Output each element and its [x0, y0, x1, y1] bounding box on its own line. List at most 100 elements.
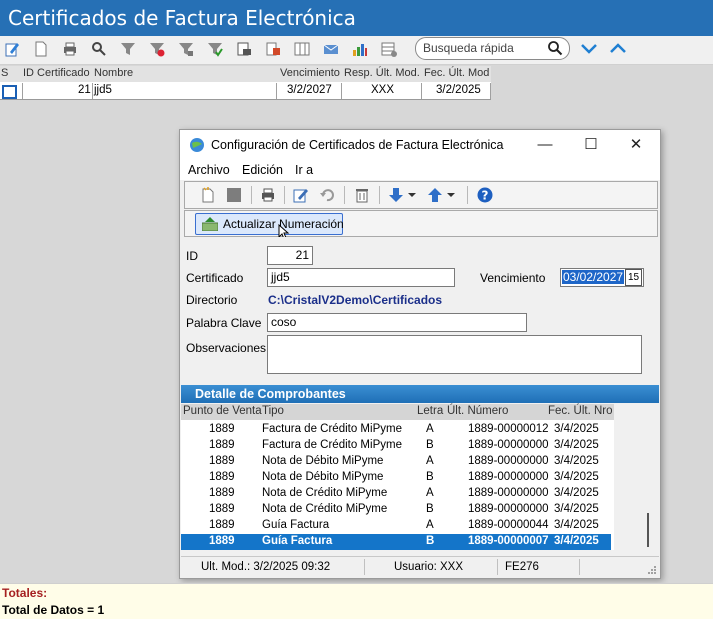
filter-remove-icon[interactable] [149, 41, 165, 57]
chevron-up-icon[interactable] [609, 41, 627, 55]
table-row[interactable]: 1889 Nota de Débito MiPyme A 1889-00000000 3… [181, 454, 611, 470]
cell-letra: A [426, 487, 434, 499]
maximize-button[interactable]: ☐ [581, 136, 601, 154]
directorio-label: Directorio [186, 293, 238, 307]
col-letra[interactable]: Letra [417, 405, 443, 417]
table-row[interactable]: 1889 Nota de Débito MiPyme B 1889-00000000 3… [181, 470, 611, 486]
filter-add-icon[interactable] [178, 41, 194, 57]
col-resp-ult-mod[interactable]: Resp. Últ. Mod. [344, 67, 420, 79]
print-icon[interactable] [62, 41, 78, 57]
cell-fec-ult-nro: 3/4/2025 [554, 487, 599, 499]
certificado-field[interactable]: jjd5 [267, 268, 455, 287]
detail-section-header: Detalle de Comprobantes [181, 385, 659, 403]
cell-punto-de-venta: 1889 [209, 439, 235, 451]
dropdown-arrow-icon[interactable] [407, 187, 417, 203]
new-document-icon[interactable] [33, 41, 49, 57]
filter-icon[interactable] [120, 41, 136, 57]
col-nombre[interactable]: Nombre [94, 67, 133, 79]
menu-archivo[interactable]: Archivo [188, 163, 230, 177]
cell-id: 21 [78, 84, 91, 96]
cell-ult-numero: 1889-00000000 [468, 487, 549, 499]
dialog-toolbar: ? [184, 181, 658, 209]
print-preview-icon[interactable] [236, 41, 252, 57]
delete-icon[interactable] [354, 187, 370, 203]
cell-tipo: Nota de Débito MiPyme [262, 455, 384, 467]
grid-settings-icon[interactable] [381, 41, 397, 57]
dialog-status-bar: Ult. Mod.: 3/2/2025 09:32 Usuario: XXX F… [181, 556, 659, 577]
calendar-icon[interactable]: 15 [625, 269, 642, 286]
id-label: ID [186, 249, 198, 263]
dialog-title-bar: Configuración de Certificados de Factura… [180, 130, 660, 160]
certificado-value: jjd5 [271, 270, 290, 284]
edit-icon[interactable] [293, 187, 309, 203]
chart-icon[interactable] [352, 41, 368, 57]
col-s[interactable]: S [1, 67, 8, 79]
search-icon[interactable] [91, 41, 107, 57]
detail-table: Punto de Venta Tipo Letra Últ. Número Fe… [181, 404, 615, 550]
observaciones-field[interactable] [267, 335, 642, 374]
grid-divider [92, 83, 93, 99]
palabra-clave-field[interactable]: coso [267, 313, 527, 332]
cell-tipo: Guía Factura [262, 535, 333, 547]
table-row[interactable]: 1889 Factura de Crédito MiPyme A 1889-00000… [181, 422, 611, 438]
vencimiento-field[interactable]: 03/02/2027 15 [560, 268, 644, 287]
col-fec-ult-nro[interactable]: Fec. Últ. Nro [548, 405, 613, 417]
table-row[interactable]: 1889 Guía Factura A 1889-00000044 3/4/2025 [181, 518, 611, 534]
table-row[interactable]: 1889 Factura de Crédito MiPyme B 1889-00000… [181, 438, 611, 454]
print-icon[interactable] [260, 187, 276, 203]
row-checkbox[interactable] [2, 85, 17, 99]
update-icon [202, 217, 218, 231]
cell-fec-ult-nro: 3/4/2025 [554, 439, 599, 451]
arrow-down-icon[interactable] [388, 187, 404, 203]
email-icon[interactable] [323, 41, 339, 57]
col-fec-ult-mod[interactable]: Fec. Últ. Mod [424, 67, 489, 79]
cell-ult-numero: 1889-00000012 [468, 423, 549, 435]
grid-divider [276, 83, 277, 99]
table-row[interactable]: 21 jjd5 3/2/2027 XXX 3/2/2025 [0, 83, 491, 100]
help-icon[interactable]: ? [477, 187, 493, 203]
edit-icon[interactable] [4, 41, 20, 57]
col-ult-numero[interactable]: Últ. Número [447, 405, 508, 417]
cell-letra: B [426, 439, 434, 451]
cell-ult-numero: 1889-00000000 [468, 471, 549, 483]
save-icon[interactable] [226, 187, 242, 203]
new-icon[interactable] [200, 187, 216, 203]
status-usuario: Usuario: XXX [394, 561, 464, 573]
update-numbering-button[interactable]: Actualizar Numeración [195, 213, 344, 235]
table-row[interactable]: 1889 Guía Factura B 1889-00000007 3/4/2025 [181, 534, 611, 550]
minimize-button[interactable]: — [535, 136, 555, 154]
menu-edicion[interactable]: Edición [242, 163, 283, 177]
col-tipo[interactable]: Tipo [262, 405, 284, 417]
cell-tipo: Nota de Débito MiPyme [262, 471, 384, 483]
chevron-down-icon[interactable] [580, 41, 598, 55]
table-row[interactable]: 1889 Nota de Crédito MiPyme B 1889-00000000… [181, 502, 611, 518]
arrow-up-icon[interactable] [427, 187, 443, 203]
svg-text:?: ? [482, 189, 489, 203]
cell-fec-ult-nro: 3/4/2025 [554, 519, 599, 531]
id-field[interactable]: 21 [267, 246, 313, 265]
toolbar-separator [284, 186, 285, 204]
columns-icon[interactable] [294, 41, 310, 57]
undo-icon[interactable] [319, 187, 335, 203]
resize-grip-icon[interactable] [647, 565, 657, 575]
magnifier-icon[interactable] [547, 40, 563, 56]
dropdown-arrow-icon[interactable] [446, 187, 456, 203]
col-punto-de-venta[interactable]: Punto de Venta [183, 405, 262, 417]
col-id-certificado[interactable]: ID Certificado [23, 67, 90, 79]
cell-vencimiento: 3/2/2027 [287, 84, 332, 96]
table-row[interactable]: 1889 Nota de Crédito MiPyme A 1889-00000000… [181, 486, 611, 502]
filter-apply-icon[interactable] [207, 41, 223, 57]
cell-tipo: Nota de Crédito MiPyme [262, 503, 388, 515]
cell-punto-de-venta: 1889 [209, 519, 235, 531]
close-button[interactable]: ✕ [626, 136, 646, 154]
detail-scrollbar[interactable] [614, 404, 658, 550]
cell-tipo: Factura de Crédito MiPyme [262, 423, 402, 435]
cell-fec-ult-nro: 3/4/2025 [554, 471, 599, 483]
export-icon[interactable] [265, 41, 281, 57]
scrollbar-thumb[interactable] [647, 513, 649, 547]
quick-search-field[interactable]: Busqueda rápida [415, 37, 570, 60]
menu-ir-a[interactable]: Ir a [295, 163, 313, 177]
cell-punto-de-venta: 1889 [209, 471, 235, 483]
cell-ult-numero: 1889-00000044 [468, 519, 549, 531]
col-vencimiento[interactable]: Vencimiento [280, 67, 340, 79]
